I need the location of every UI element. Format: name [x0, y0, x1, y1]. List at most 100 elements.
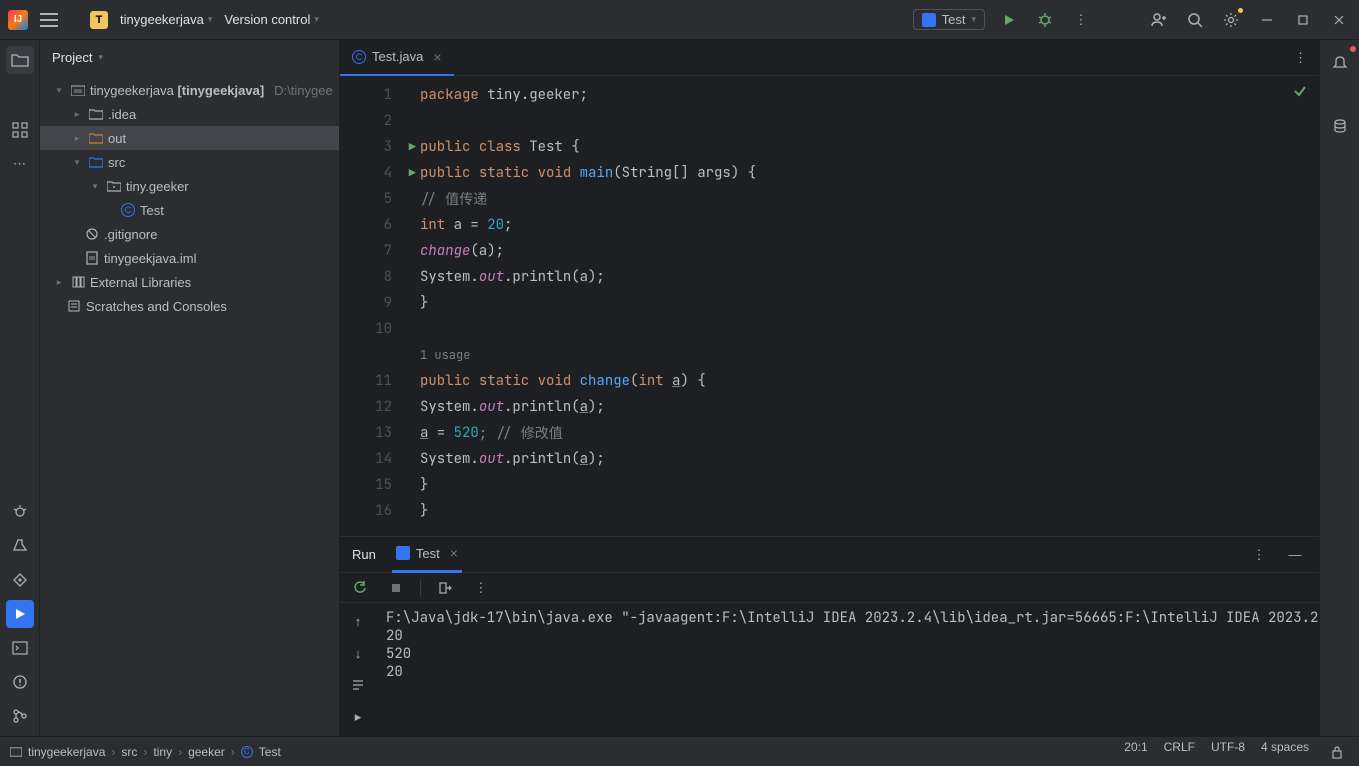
- project-tree[interactable]: ▾ tinygeekerjava [tinygeekjava] D:\tinyg…: [40, 74, 339, 736]
- expand-icon[interactable]: ▾: [70, 157, 84, 168]
- code-with-me-icon[interactable]: [1147, 8, 1171, 32]
- gutter-line[interactable]: 13: [340, 420, 420, 446]
- project-tool-button[interactable]: [6, 46, 34, 74]
- gutter-line[interactable]: 14: [340, 446, 420, 472]
- wrap-icon[interactable]: [346, 673, 370, 697]
- vcs-label: Version control: [224, 12, 310, 27]
- project-dropdown[interactable]: tinygeekerjava ▾: [120, 12, 212, 27]
- right-tool-strip: [1319, 40, 1359, 736]
- tree-item-external-libs[interactable]: ▸ External Libraries: [40, 270, 339, 294]
- code-content[interactable]: package tiny.geeker; public class Test {…: [420, 76, 1319, 536]
- close-tab-icon[interactable]: ×: [450, 545, 458, 561]
- close-button[interactable]: [1327, 8, 1351, 32]
- gutter-line[interactable]: 2: [340, 108, 420, 134]
- editor-body[interactable]: 1 2 3▶ 4▶ 5 6 7 8 9 10 11 12 13 14 15 16…: [340, 76, 1319, 536]
- rerun-button[interactable]: [348, 576, 372, 600]
- vcs-dropdown[interactable]: Version control ▾: [224, 12, 319, 27]
- expand-icon[interactable]: ▸: [52, 277, 66, 288]
- tree-item-out[interactable]: ▸ out: [40, 126, 339, 150]
- gutter-line[interactable]: 16: [340, 498, 420, 524]
- more-tools-button[interactable]: ⋯: [6, 150, 34, 178]
- file-encoding[interactable]: UTF-8: [1211, 740, 1245, 764]
- search-icon[interactable]: [1183, 8, 1207, 32]
- inspection-ok-icon[interactable]: [1293, 84, 1307, 98]
- tree-label: out: [108, 131, 126, 146]
- breadcrumb-item[interactable]: geeker: [188, 745, 225, 759]
- run-gutter-icon[interactable]: ▶: [409, 165, 416, 181]
- gutter-line[interactable]: 6: [340, 212, 420, 238]
- terminal-tool-button[interactable]: [6, 634, 34, 662]
- gutter-line[interactable]: [340, 342, 420, 368]
- gutter-line[interactable]: 1: [340, 82, 420, 108]
- stop-button[interactable]: [384, 576, 408, 600]
- main-menu-icon[interactable]: [40, 13, 58, 27]
- file-tab-test[interactable]: C Test.java ×: [340, 40, 454, 76]
- up-icon[interactable]: ↑: [346, 609, 370, 633]
- close-tab-icon[interactable]: ×: [433, 49, 441, 65]
- tree-root[interactable]: ▾ tinygeekerjava [tinygeekjava] D:\tinyg…: [40, 78, 339, 102]
- gutter-line[interactable]: 12: [340, 394, 420, 420]
- tab-more-button[interactable]: ⋮: [1282, 50, 1319, 66]
- run-tool-button[interactable]: [6, 600, 34, 628]
- expand-icon[interactable]: ▾: [52, 85, 66, 96]
- line-separator[interactable]: CRLF: [1164, 740, 1195, 764]
- exit-button[interactable]: [433, 576, 457, 600]
- tree-item-idea[interactable]: ▸ .idea: [40, 102, 339, 126]
- tree-item-package[interactable]: ▾ tiny.geeker: [40, 174, 339, 198]
- debug-tool-button[interactable]: [6, 498, 34, 526]
- expand-output-icon[interactable]: ▸: [346, 705, 370, 729]
- expand-icon[interactable]: ▸: [70, 133, 84, 144]
- chevron-down-icon[interactable]: ▾: [98, 52, 103, 63]
- gutter-line[interactable]: 10: [340, 316, 420, 342]
- debug-button[interactable]: [1033, 8, 1057, 32]
- run-output[interactable]: F:\Java\jdk-17\bin\java.exe "-javaagent:…: [376, 603, 1319, 736]
- breadcrumb-item[interactable]: tinygeekerjava: [28, 745, 105, 759]
- tree-item-test-class[interactable]: C Test: [40, 198, 339, 222]
- breadcrumb[interactable]: tinygeekerjava › src › tiny › geeker › C…: [10, 745, 281, 759]
- build-tool-button[interactable]: [6, 532, 34, 560]
- gutter-line[interactable]: 11: [340, 368, 420, 394]
- tree-item-scratches[interactable]: Scratches and Consoles: [40, 294, 339, 318]
- gutter-line[interactable]: 8: [340, 264, 420, 290]
- run-gutter-icon[interactable]: ▶: [409, 139, 416, 155]
- down-icon[interactable]: ↓: [346, 641, 370, 665]
- gutter-line[interactable]: 5: [340, 186, 420, 212]
- run-button[interactable]: [997, 8, 1021, 32]
- tree-item-iml[interactable]: tinygeekjava.iml: [40, 246, 339, 270]
- more-icon[interactable]: ⋮: [469, 576, 493, 600]
- run-tab[interactable]: Test ×: [392, 537, 462, 573]
- gutter-line[interactable]: 15: [340, 472, 420, 498]
- more-actions-button[interactable]: ⋮: [1069, 8, 1093, 32]
- gutter-line[interactable]: 7: [340, 238, 420, 264]
- run-config-selector[interactable]: Test ▾: [913, 9, 985, 30]
- tree-item-gitignore[interactable]: .gitignore: [40, 222, 339, 246]
- more-icon[interactable]: ⋮: [1247, 543, 1271, 567]
- chevron-down-icon: ▾: [971, 14, 976, 25]
- breadcrumb-item[interactable]: tiny: [153, 745, 172, 759]
- settings-icon[interactable]: [1219, 8, 1243, 32]
- problems-tool-button[interactable]: [6, 668, 34, 696]
- lock-icon[interactable]: [1325, 740, 1349, 764]
- minimize-button[interactable]: [1255, 8, 1279, 32]
- gutter-line[interactable]: 3▶: [340, 134, 420, 160]
- breadcrumb-item[interactable]: Test: [259, 745, 281, 759]
- maximize-button[interactable]: [1291, 8, 1315, 32]
- gutter-line[interactable]: 4▶: [340, 160, 420, 186]
- indent-settings[interactable]: 4 spaces: [1261, 740, 1309, 764]
- database-tool-button[interactable]: [1326, 112, 1354, 140]
- expand-icon[interactable]: ▾: [88, 181, 102, 192]
- tree-item-src[interactable]: ▾ src: [40, 150, 339, 174]
- bc-separator-icon: ›: [111, 745, 115, 759]
- tree-label: tinygeekjava.iml: [104, 251, 197, 266]
- vcs-tool-button[interactable]: [6, 702, 34, 730]
- notifications-icon[interactable]: [1326, 48, 1354, 76]
- gutter-line[interactable]: 9: [340, 290, 420, 316]
- breadcrumb-item[interactable]: src: [121, 745, 137, 759]
- structure-tool-button[interactable]: [6, 116, 34, 144]
- expand-icon[interactable]: ▸: [70, 109, 84, 120]
- caret-position[interactable]: 20:1: [1124, 740, 1147, 764]
- hide-panel-icon[interactable]: —: [1283, 543, 1307, 567]
- gitignore-icon: [84, 226, 100, 242]
- services-tool-button[interactable]: [6, 566, 34, 594]
- usage-hint[interactable]: 1 usage: [420, 347, 470, 363]
